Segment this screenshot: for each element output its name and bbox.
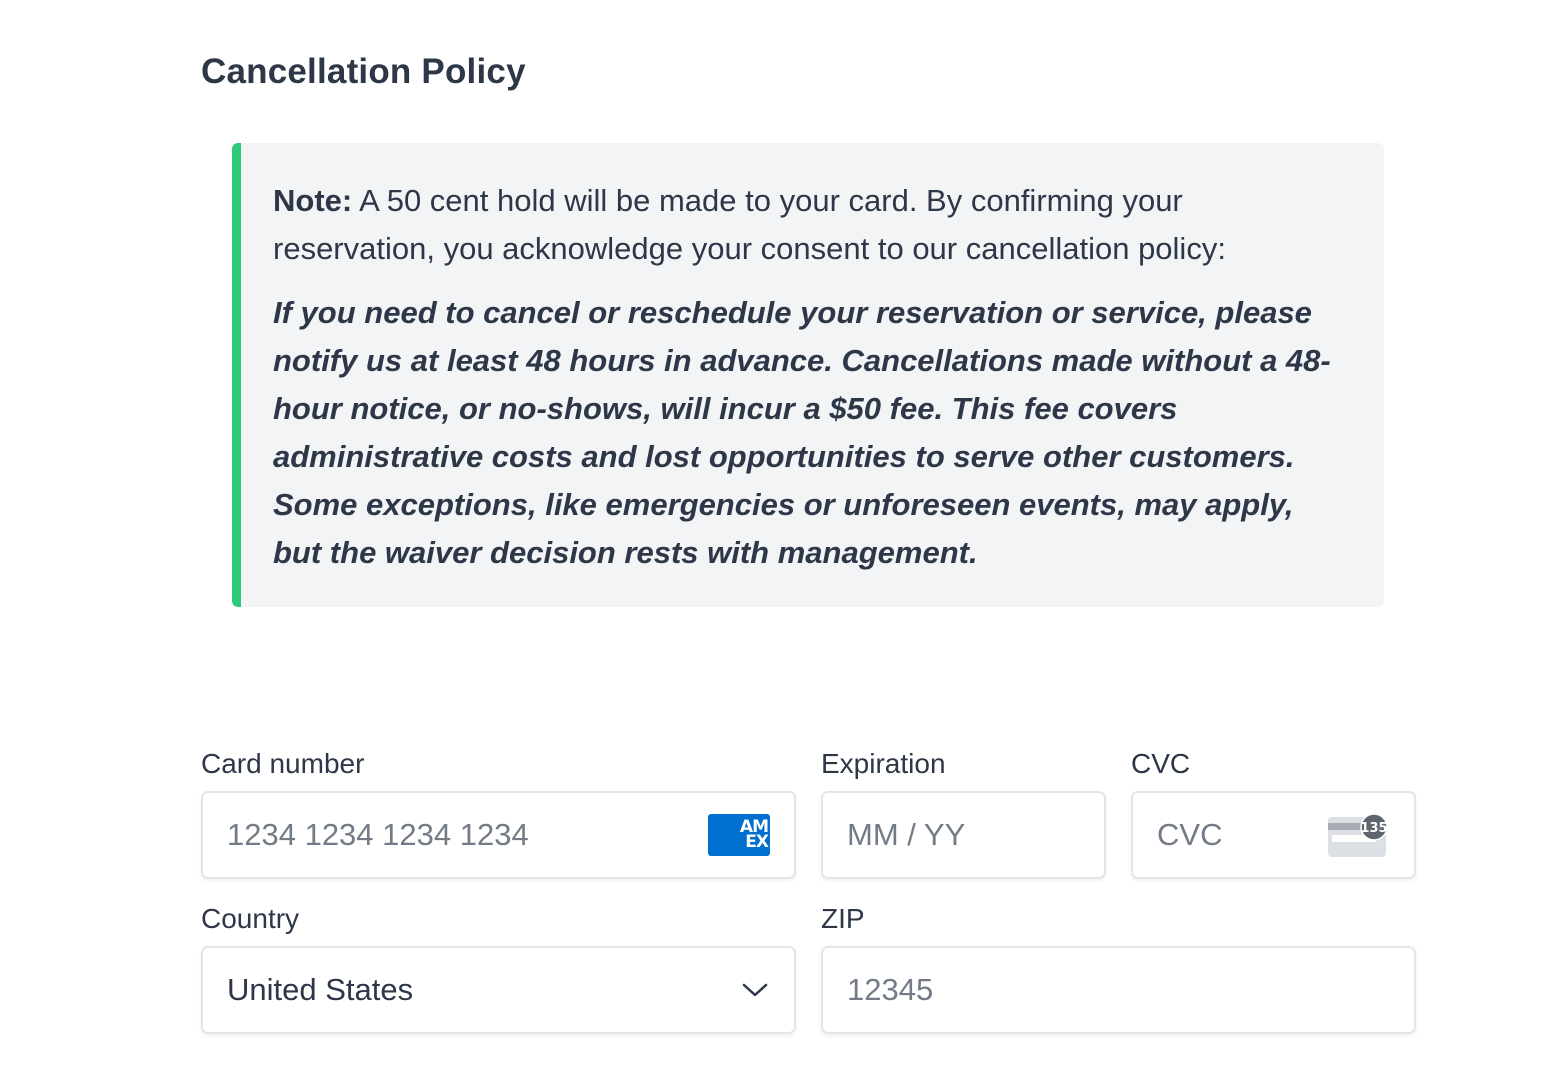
country-selected-value[interactable]: United States <box>227 972 413 1008</box>
cvc-icon-badge: 135 <box>1360 821 1387 836</box>
chevron-down-icon[interactable] <box>742 980 768 1000</box>
cvc-field[interactable]: 135 <box>1131 791 1416 879</box>
zip-label: ZIP <box>821 903 865 934</box>
note-label: Note: <box>273 183 353 218</box>
zip-input[interactable] <box>847 972 1390 1008</box>
page: Cancellation Policy Note: A 50 cent hold… <box>0 0 1563 1069</box>
note-intro-text: A 50 cent hold will be made to your card… <box>273 183 1226 266</box>
card-number-field[interactable]: AMEX <box>201 791 796 879</box>
cvc-card-icon: 135 <box>1328 813 1388 857</box>
card-number-input[interactable] <box>227 817 770 853</box>
note-intro: Note: A 50 cent hold will be made to you… <box>273 177 1348 273</box>
section-title: Cancellation Policy <box>201 52 526 91</box>
policy-text: If you need to cancel or reschedule your… <box>273 295 1331 570</box>
amex-icon: AM EX <box>708 814 770 856</box>
cancellation-note: Note: A 50 cent hold will be made to you… <box>232 143 1384 607</box>
card-number-label: Card number <box>201 748 365 779</box>
cvc-label: CVC <box>1131 748 1191 779</box>
country-label: Country <box>201 903 300 934</box>
amex-brand-text: AM EX <box>739 817 769 852</box>
country-field[interactable]: United States <box>201 946 796 1034</box>
expiration-input[interactable] <box>847 817 1080 853</box>
expiration-label: Expiration <box>821 748 946 779</box>
expiration-field[interactable] <box>821 791 1106 879</box>
zip-field[interactable] <box>821 946 1416 1034</box>
